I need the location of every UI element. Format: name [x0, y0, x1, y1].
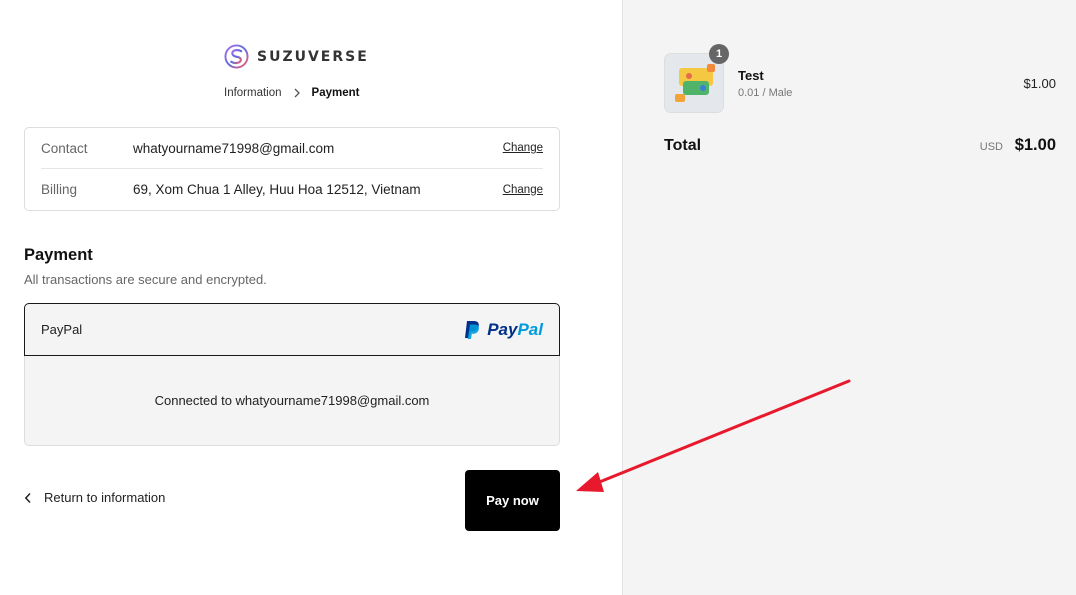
chevron-left-icon [24, 492, 31, 503]
return-link-label: Return to information [44, 490, 166, 505]
review-row-billing: Billing 69, Xom Chua 1 Alley, Huu Hoa 12… [41, 169, 543, 210]
total-label: Total [664, 137, 702, 154]
payment-title: Payment [24, 246, 93, 264]
paypal-logo: PayPal [464, 320, 543, 340]
change-billing-link[interactable]: Change [503, 184, 543, 196]
change-contact-link[interactable]: Change [503, 142, 543, 154]
quantity-badge: 1 [709, 44, 729, 64]
contact-label: Contact [41, 140, 88, 156]
breadcrumb-payment: Payment [311, 87, 360, 99]
paypal-p-icon [465, 320, 480, 339]
contact-value: whatyourname71998@gmail.com [133, 140, 335, 156]
paypal-wordmark: PayPal [487, 319, 543, 339]
paypal-option-label: PayPal [41, 322, 83, 337]
billing-value: 69, Xom Chua 1 Alley, Huu Hoa 12512, Vie… [133, 182, 421, 197]
order-line-item: 1 Test 0.01 / Male $1.00 [664, 44, 1056, 114]
checkout-main: SUZUVERSE Information Payment Contact wh… [0, 0, 622, 595]
review-row-contact: Contact whatyourname71998@gmail.com Chan… [41, 128, 543, 169]
review-block: Contact whatyourname71998@gmail.com Chan… [24, 127, 560, 211]
paypal-connected-text: Connected to whatyourname71998@gmail.com [154, 393, 430, 408]
paypal-payment-option[interactable]: PayPal PayPal [24, 303, 560, 356]
total-currency: USD [979, 141, 1003, 153]
brand-logo[interactable]: SUZUVERSE [224, 44, 369, 69]
payment-subtitle: All transactions are secure and encrypte… [24, 272, 267, 287]
chevron-right-icon [292, 88, 302, 98]
product-variant: 0.01 / Male [738, 87, 793, 99]
product-name: Test [738, 68, 764, 83]
product-price: $1.00 [1023, 76, 1056, 91]
billing-label: Billing [41, 182, 78, 197]
paypal-connected-panel: Connected to whatyourname71998@gmail.com [24, 356, 560, 446]
order-total-row: Total USD $1.00 [664, 136, 1056, 156]
breadcrumb-information[interactable]: Information [224, 87, 282, 99]
pay-now-button[interactable]: Pay now [465, 470, 560, 531]
breadcrumb: Information Payment [224, 87, 359, 99]
return-to-information-link[interactable]: Return to information [24, 490, 165, 505]
total-value: $1.00 [1014, 136, 1056, 154]
brand-name: SUZUVERSE [257, 48, 369, 65]
suzuverse-logo-icon [224, 44, 249, 69]
